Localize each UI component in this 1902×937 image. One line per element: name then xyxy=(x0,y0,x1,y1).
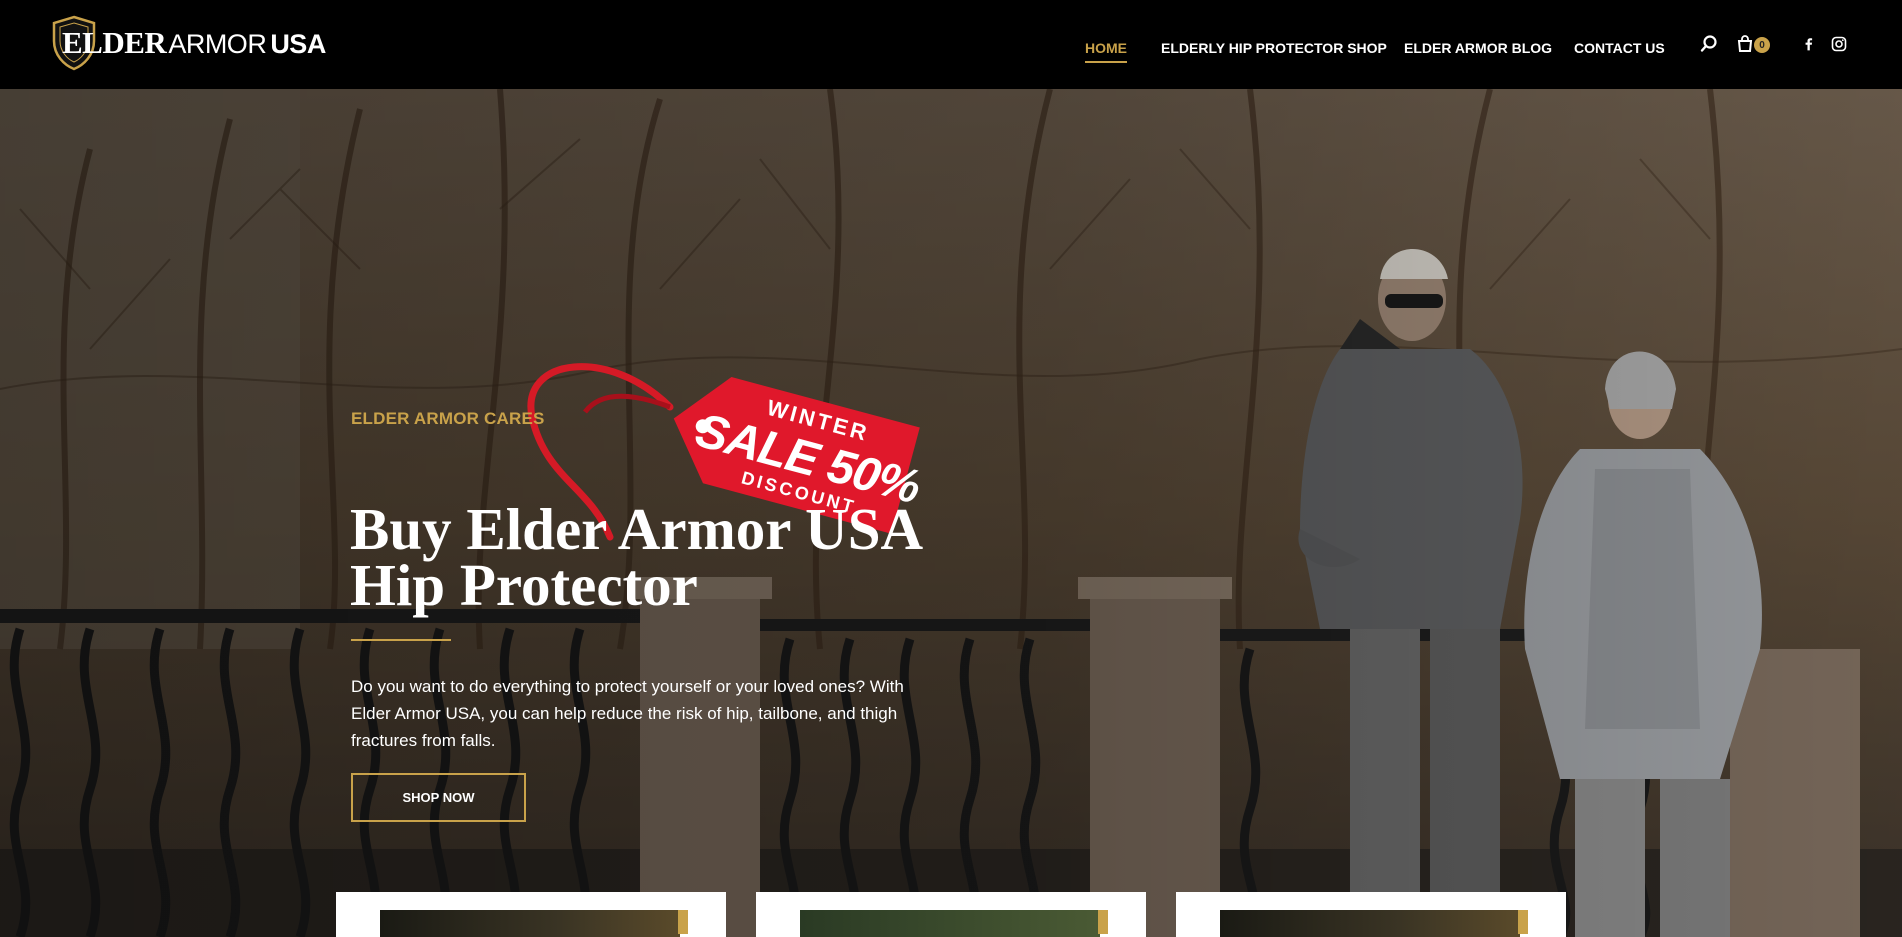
product-card-image xyxy=(800,910,1100,937)
title-divider xyxy=(351,639,451,641)
nav-contact[interactable]: CONTACT US xyxy=(1574,40,1665,56)
instagram-icon[interactable] xyxy=(1829,34,1849,54)
hero-background-image xyxy=(0,89,1902,937)
card-accent xyxy=(1518,910,1528,934)
product-card-image xyxy=(380,910,680,937)
card-accent xyxy=(1098,910,1108,934)
hero-title-line2: Hip Protector xyxy=(350,552,698,618)
nav-shop[interactable]: ELDERLY HIP PROTECTOR SHOP xyxy=(1161,40,1387,56)
logo-elder: ELDER xyxy=(62,25,167,60)
nav-home[interactable]: HOME xyxy=(1085,40,1127,63)
hero-eyebrow: ELDER ARMOR CARES xyxy=(351,409,545,428)
product-card[interactable] xyxy=(756,892,1146,937)
logo-usa: USA xyxy=(270,29,326,59)
site-logo[interactable]: ELDER ARMOR USA xyxy=(50,14,326,72)
cart-count-badge: 0 xyxy=(1754,37,1770,53)
logo-armor: ARMOR xyxy=(168,29,267,59)
product-card[interactable] xyxy=(336,892,726,937)
facebook-icon[interactable] xyxy=(1798,34,1818,54)
hero-description: Do you want to do everything to protect … xyxy=(351,677,904,750)
card-accent xyxy=(678,910,688,934)
hero-title: Buy Elder Armor USA Hip Protector xyxy=(350,496,950,618)
hero-title-line1: Buy Elder Armor USA xyxy=(350,496,924,562)
cart-icon[interactable] xyxy=(1735,34,1755,54)
product-card-image xyxy=(1220,910,1520,937)
shop-now-button[interactable]: SHOP NOW xyxy=(351,773,526,822)
nav-blog[interactable]: ELDER ARMOR BLOG xyxy=(1404,40,1552,56)
search-icon[interactable] xyxy=(1699,34,1719,54)
product-card[interactable] xyxy=(1176,892,1566,937)
hero-section: WINTER SALE 50% DISCOUNT ELDER ARMOR CAR… xyxy=(0,89,1902,937)
logo-wordmark: ELDER ARMOR USA xyxy=(62,25,326,61)
site-header: ELDER ARMOR USA HOME ELDERLY HIP PROTECT… xyxy=(0,0,1902,89)
